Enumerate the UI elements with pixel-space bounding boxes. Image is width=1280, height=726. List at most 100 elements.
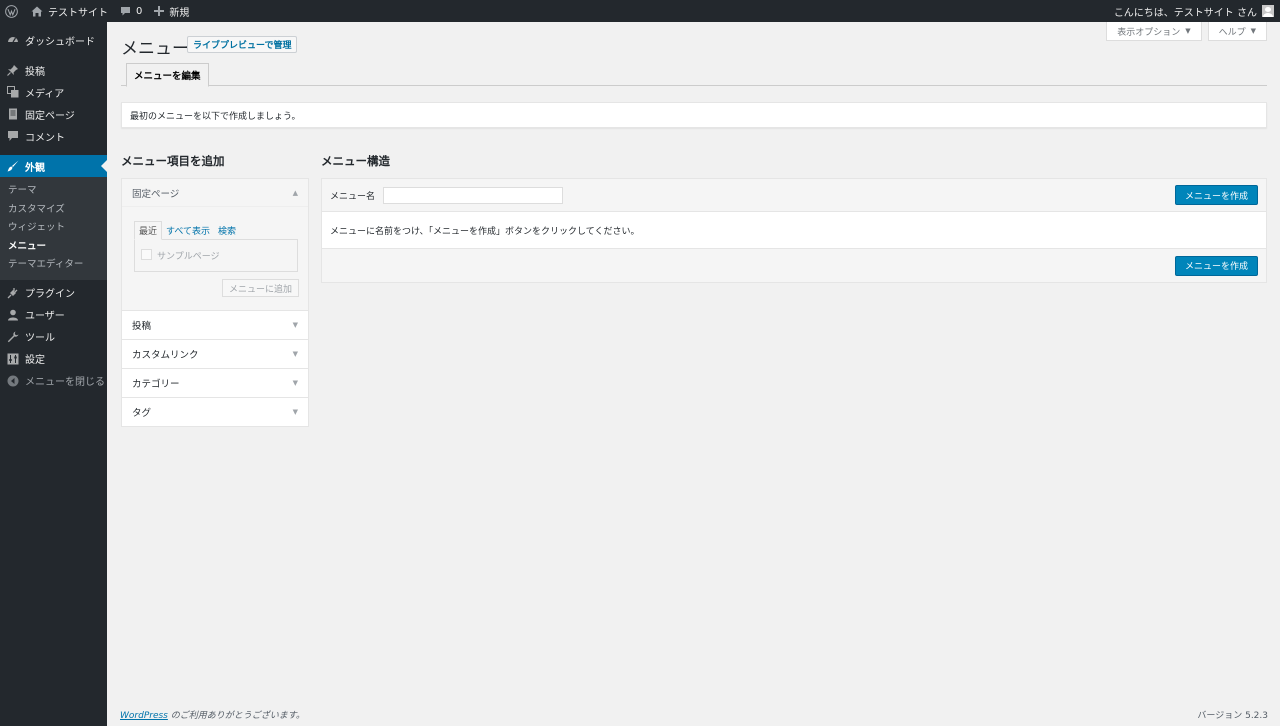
- sidebar-item-users[interactable]: ユーザー: [0, 304, 107, 326]
- settings-icon: [6, 352, 19, 365]
- sidebar-item-label: ユーザー: [25, 311, 65, 322]
- sidebar-item-label: メニューを閉じる: [25, 377, 105, 388]
- accordion-title-custom-links[interactable]: カスタムリンク ▼: [122, 340, 308, 368]
- user-icon: [6, 308, 19, 321]
- tab-view-all[interactable]: すべて表示: [162, 224, 214, 239]
- sidebar-item-appearance[interactable]: 外観: [0, 155, 107, 177]
- admin-bar-left: テストサイト 0 新規: [0, 0, 195, 22]
- submenu-item-theme-editor[interactable]: テーマエディター: [0, 256, 107, 275]
- avatar: [1262, 5, 1274, 17]
- accordion-title-label: カスタムリンク: [132, 350, 199, 361]
- sidebar-item-label: ツール: [25, 333, 55, 344]
- accordion-section-categories: カテゴリー ▼: [122, 369, 308, 398]
- submenu-item-themes[interactable]: テーマ: [0, 182, 107, 201]
- accordion-content-pages: 最近 すべて表示 検索 サンプルページ メニューに追加: [122, 207, 308, 310]
- new-label: 新規: [169, 7, 190, 19]
- home-icon: [31, 6, 43, 17]
- sidebar-item-label: コメント: [25, 132, 65, 144]
- media-icon: [6, 86, 19, 99]
- sidebar-item-tools[interactable]: ツール: [0, 326, 107, 348]
- sidebar-item-settings[interactable]: 設定: [0, 348, 107, 370]
- screen-options-button[interactable]: 表示オプション ▼: [1106, 22, 1202, 41]
- comments-count: 0: [136, 5, 143, 17]
- page-icon: [6, 108, 19, 121]
- accordion-section-pages: 固定ページ ▲ 最近 すべて表示 検索 サンプルページ メニューに追加: [122, 179, 308, 311]
- accordion-title-label: 投稿: [132, 321, 152, 332]
- comment-bubble-icon: [120, 6, 131, 17]
- sidebar-item-media[interactable]: メディア: [0, 81, 107, 103]
- sample-page-checkbox[interactable]: [141, 249, 152, 260]
- sidebar-item-label: 投稿: [25, 66, 45, 78]
- accordion-section-custom-links: カスタムリンク ▼: [122, 340, 308, 369]
- new-content-link[interactable]: 新規: [148, 0, 195, 22]
- comment-icon: [6, 130, 19, 143]
- caret-down-icon: ▼: [292, 350, 298, 358]
- comments-link[interactable]: 0: [114, 0, 148, 22]
- caret-down-icon: ▼: [1185, 27, 1191, 35]
- add-to-menu-button[interactable]: メニューに追加: [221, 279, 299, 297]
- brush-icon: [6, 160, 19, 173]
- sidebar-item-label: 外観: [25, 162, 45, 174]
- tab-search[interactable]: 検索: [214, 224, 240, 239]
- pages-tabs: 最近 すべて表示 検索: [134, 221, 298, 240]
- appearance-submenu: テーマ カスタマイズ ウィジェット メニュー テーマエディター: [0, 177, 107, 280]
- menu-name-input[interactable]: [383, 186, 564, 204]
- my-account-link[interactable]: こんにちは、テストサイト さん: [1108, 0, 1280, 22]
- sidebar-item-label: 固定ページ: [25, 110, 75, 122]
- sidebar-item-plugins[interactable]: プラグイン: [0, 282, 107, 304]
- admin-bar: テストサイト 0 新規 こんにちは、テストサイト さん: [0, 0, 1280, 22]
- submenu-item-widgets[interactable]: ウィジェット: [0, 219, 107, 238]
- accordion-section-posts: 投稿 ▼: [122, 311, 308, 340]
- admin-bar-right: こんにちは、テストサイト さん: [1108, 0, 1280, 22]
- footer-thanks: WordPress のご利用ありがとうございます。: [120, 708, 305, 721]
- accordion-title-label: 固定ページ: [132, 188, 180, 200]
- live-preview-button[interactable]: ライブプレビューで管理: [187, 36, 298, 53]
- submenu-item-customize[interactable]: カスタマイズ: [0, 201, 107, 220]
- tab-recent[interactable]: 最近: [134, 221, 163, 240]
- plug-icon: [6, 286, 19, 299]
- add-menu-items-heading: メニュー項目を追加: [121, 154, 225, 168]
- add-items-accordion: 固定ページ ▲ 最近 すべて表示 検索 サンプルページ メニューに追加 投稿 ▼: [121, 178, 309, 427]
- dashboard-icon: [6, 34, 19, 47]
- wrench-icon: [6, 330, 19, 343]
- sidebar-item-comments[interactable]: コメント: [0, 125, 107, 147]
- caret-down-icon: ▼: [292, 321, 298, 329]
- greeting-text: こんにちは、テストサイト さん: [1113, 7, 1257, 19]
- create-menu-button-bottom[interactable]: メニューを作成: [1174, 255, 1258, 276]
- wordpress-logo-icon[interactable]: [0, 0, 25, 22]
- footer-version: バージョン 5.2.3: [1197, 711, 1268, 721]
- caret-down-icon: ▼: [1250, 27, 1256, 35]
- wordpress-link[interactable]: WordPress: [120, 711, 168, 721]
- help-button[interactable]: ヘルプ ▼: [1207, 22, 1267, 41]
- collapse-icon: [6, 374, 19, 387]
- site-name-link[interactable]: テストサイト: [25, 0, 114, 22]
- footer-thanks-text: のご利用ありがとうございます。: [167, 711, 305, 721]
- menu-instructions: メニューに名前をつけ、「メニューを作成」ボタンをクリックしてください。: [330, 226, 640, 237]
- admin-sidebar: ダッシュボード 投稿 メディア 固定ページ コメント 外観 テーマ カスタマイズ…: [0, 22, 107, 726]
- create-menu-button-top[interactable]: メニューを作成: [1174, 185, 1258, 205]
- sidebar-item-label: 設定: [25, 355, 45, 366]
- tab-edit-menus[interactable]: メニューを編集: [126, 63, 209, 87]
- sidebar-item-pages[interactable]: 固定ページ: [0, 103, 107, 125]
- sidebar-item-dashboard[interactable]: ダッシュボード: [0, 29, 107, 51]
- accordion-title-label: カテゴリー: [132, 379, 180, 390]
- menu-name-label: メニュー名: [330, 191, 376, 202]
- screen-options-label: 表示オプション: [1117, 27, 1181, 38]
- sidebar-item-posts[interactable]: 投稿: [0, 59, 107, 81]
- screen-meta-links: 表示オプション ▼ ヘルプ ▼: [1106, 22, 1267, 41]
- submenu-item-menus[interactable]: メニュー: [0, 238, 107, 257]
- accordion-title-categories[interactable]: カテゴリー ▼: [122, 369, 308, 397]
- accordion-title-pages[interactable]: 固定ページ ▲: [122, 179, 308, 207]
- pushpin-icon: [6, 64, 19, 77]
- menu-edit-footer: メニューを作成: [322, 248, 1266, 282]
- accordion-title-posts[interactable]: 投稿 ▼: [122, 311, 308, 339]
- menu-management-panel: メニュー名 メニューを作成 メニューに名前をつけ、「メニューを作成」ボタンをクリ…: [321, 178, 1267, 283]
- accordion-section-tags: タグ ▼: [122, 398, 308, 426]
- accordion-title-tags[interactable]: タグ ▼: [122, 398, 308, 426]
- caret-down-icon: ▼: [292, 379, 298, 387]
- menu-edit-header: メニュー名 メニューを作成: [322, 179, 1266, 212]
- plus-icon: [154, 6, 165, 16]
- pages-list-panel: サンプルページ: [134, 239, 298, 272]
- collapse-menu-button[interactable]: メニューを閉じる: [0, 370, 107, 392]
- menu-structure-heading: メニュー構造: [321, 154, 390, 168]
